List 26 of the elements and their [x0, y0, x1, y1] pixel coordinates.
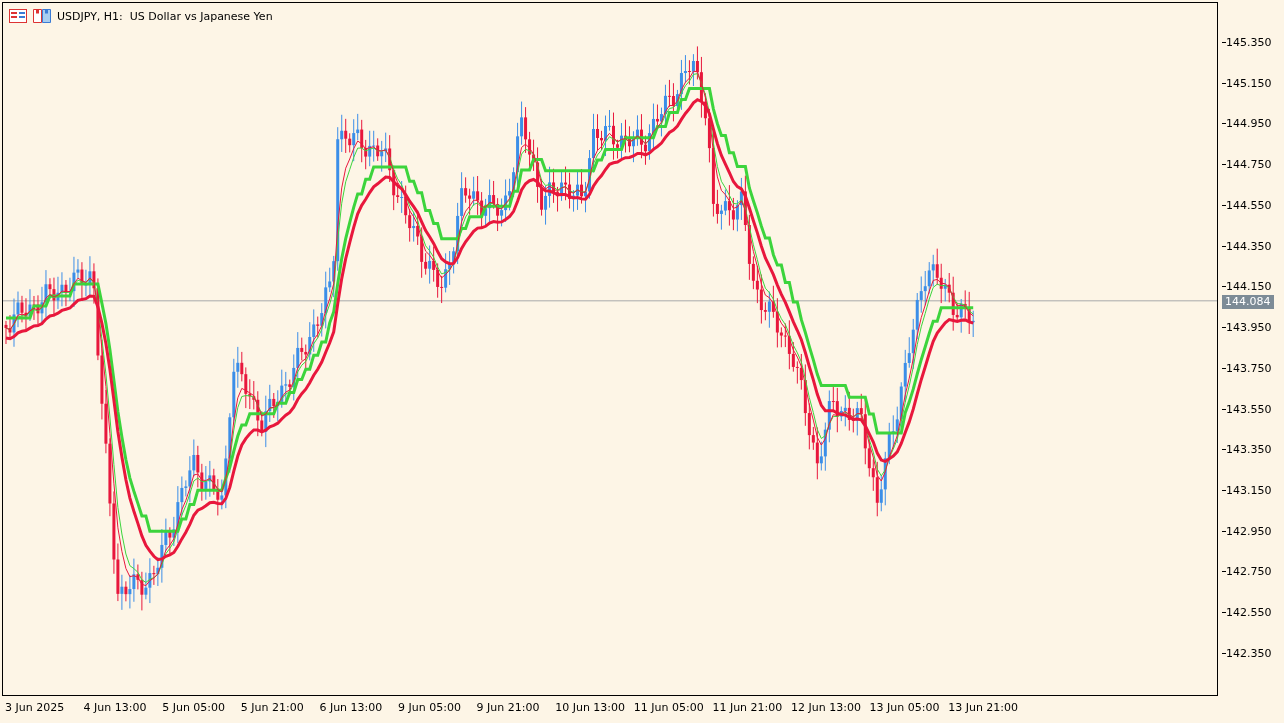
time-label: 3 Jun 2025: [5, 701, 65, 714]
time-label: 5 Jun 05:00: [162, 701, 226, 714]
time-label: 4 Jun 13:00: [83, 701, 147, 714]
time-label: 9 Jun 21:00: [476, 701, 540, 714]
price-label: 143.550: [1222, 402, 1272, 416]
price-label: 142.950: [1222, 524, 1272, 538]
price-label: 145.150: [1222, 76, 1272, 90]
time-label: 11 Jun 21:00: [712, 701, 783, 714]
time-label: 6 Jun 13:00: [319, 701, 383, 714]
price-label: 143.750: [1222, 361, 1272, 375]
price-label: 144.350: [1222, 239, 1272, 253]
window-icon[interactable]: [33, 9, 51, 23]
list-icon[interactable]: [9, 9, 27, 23]
price-label: 142.350: [1222, 646, 1272, 660]
time-label: 12 Jun 13:00: [791, 701, 861, 714]
price-label: 145.350: [1222, 36, 1272, 49]
time-label: 9 Jun 05:00: [398, 701, 461, 714]
time-label: 11 Jun 05:00: [633, 701, 704, 714]
time-label: 13 Jun 21:00: [948, 701, 1019, 714]
time-label: 5 Jun 21:00: [240, 701, 304, 714]
price-label: 144.550: [1222, 198, 1272, 212]
current-price-label: 144.084: [1222, 294, 1274, 309]
time-label: 13 Jun 05:00: [869, 701, 940, 714]
chart-title: USDJPY, H1: US Dollar vs Japanese Yen: [57, 9, 273, 23]
price-label: 143.150: [1222, 484, 1272, 497]
time-label: 10 Jun 13:00: [555, 701, 626, 714]
